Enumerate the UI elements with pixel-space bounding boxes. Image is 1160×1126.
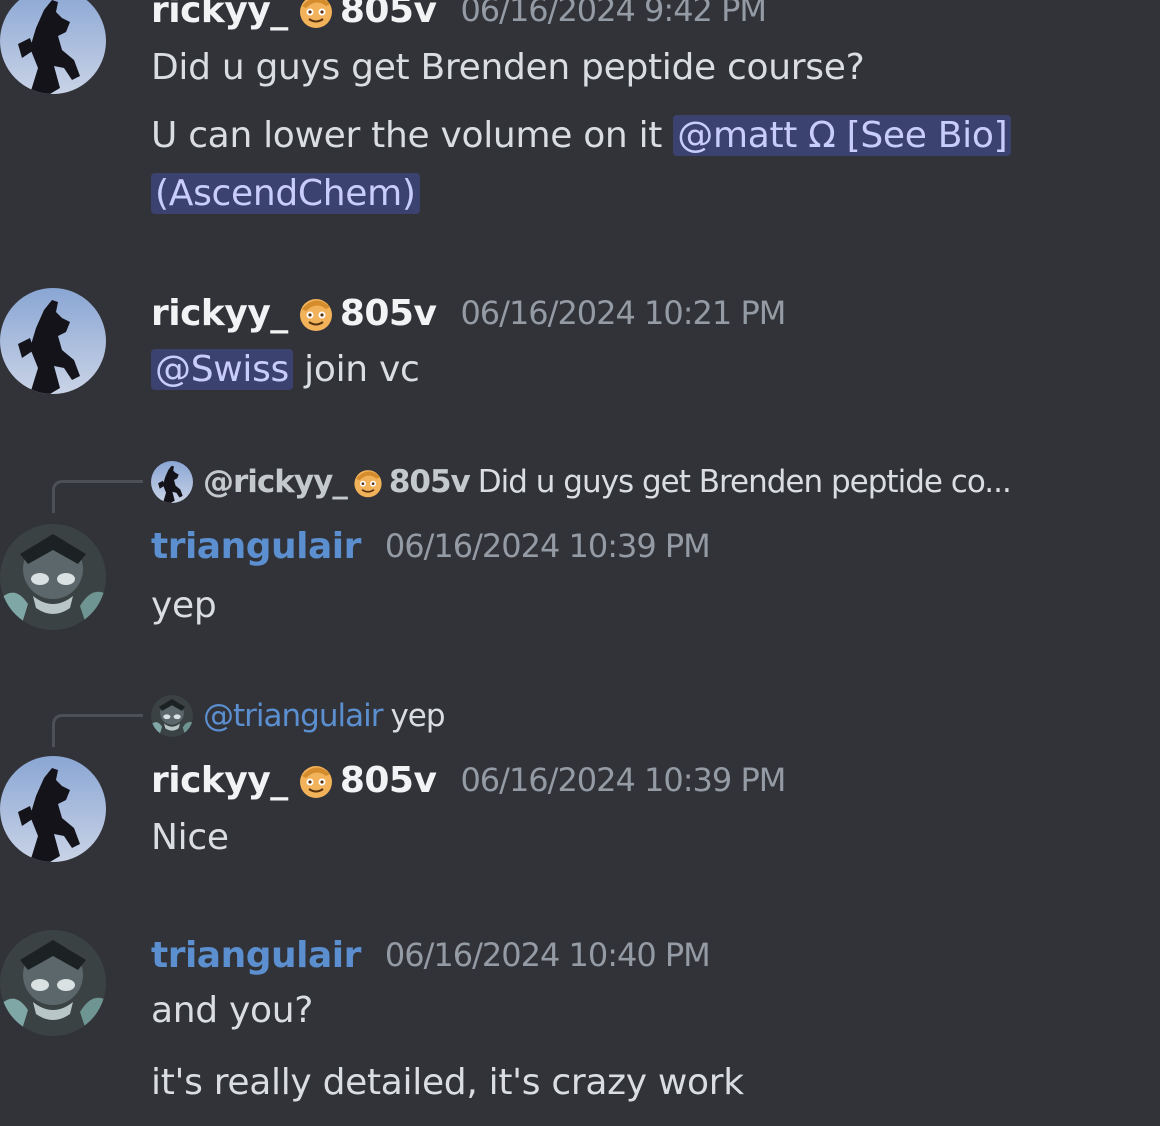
masked-figure-avatar-icon (0, 930, 106, 1036)
message-timestamp[interactable]: 06/16/2024 10:39 PM (460, 761, 786, 799)
user-mention[interactable]: (AscendChem) (151, 173, 420, 214)
message-text: (AscendChem) (151, 170, 420, 218)
message-header: triangulair 06/16/2024 10:39 PM (151, 522, 711, 570)
message-text: Did u guys get Brenden peptide course? (151, 47, 865, 88)
message-text: yep (151, 585, 217, 626)
message-text: it's really detailed, it's crazy work (151, 1062, 744, 1103)
reply-username[interactable]: @triangulair (203, 698, 383, 734)
message-timestamp[interactable]: 06/16/2024 10:21 PM (460, 294, 786, 332)
message-text: @Swiss join vc (151, 346, 420, 394)
reply-spine (52, 714, 143, 747)
reply-preview[interactable]: @triangulair yep (151, 694, 446, 738)
reply-snippet[interactable]: yep (390, 698, 445, 734)
smiling-face-with-cap-icon (296, 760, 336, 800)
message-text: and you? (151, 990, 314, 1031)
user-mention[interactable]: @Swiss (151, 349, 294, 390)
chat-messages: rickyy_ 805v 06/16/2024 9:42 PM Did u gu… (0, 0, 1160, 1126)
message-timestamp[interactable]: 06/16/2024 10:40 PM (385, 936, 711, 974)
username[interactable]: rickyy_ (151, 760, 288, 801)
horse-avatar-icon (151, 461, 193, 503)
message-header: rickyy_ 805v 06/16/2024 10:39 PM (151, 756, 786, 804)
masked-figure-avatar-icon (151, 695, 193, 737)
horse-avatar-icon (0, 756, 106, 862)
reply-username[interactable]: @rickyy_ (203, 464, 348, 500)
user-tag[interactable]: 805v (340, 293, 437, 334)
message-header: triangulair 06/16/2024 10:40 PM (151, 931, 711, 979)
message-text-fragment: U can lower the volume on it (151, 115, 674, 156)
username[interactable]: triangulair (151, 526, 361, 567)
reply-avatar (151, 461, 193, 503)
horse-avatar-icon (0, 288, 106, 394)
smiling-face-with-cap-icon (296, 293, 336, 333)
masked-figure-avatar-icon (0, 524, 106, 630)
user-tag[interactable]: 805v (340, 760, 437, 801)
reply-preview[interactable]: @rickyy_ 805v Did u guys get Brenden pep… (151, 460, 1012, 504)
username[interactable]: rickyy_ (151, 0, 288, 31)
reply-avatar (151, 695, 193, 737)
message-timestamp[interactable]: 06/16/2024 10:39 PM (385, 527, 711, 565)
user-tag[interactable]: 805v (340, 0, 437, 31)
smiling-face-with-cap-icon (351, 465, 385, 499)
smiling-face-with-cap-icon (296, 0, 336, 30)
horse-avatar-icon (0, 0, 106, 94)
message-timestamp[interactable]: 06/16/2024 9:42 PM (460, 0, 767, 29)
username[interactable]: triangulair (151, 935, 361, 976)
message-header: rickyy_ 805v 06/16/2024 10:21 PM (151, 289, 786, 337)
message-text-fragment: join vc (293, 349, 420, 390)
message-text: U can lower the volume on it @matt Ω [Se… (151, 112, 1012, 160)
message-text: Nice (151, 817, 229, 858)
user-avatar[interactable] (0, 524, 106, 630)
user-avatar[interactable] (0, 930, 106, 1036)
user-avatar[interactable] (0, 0, 106, 94)
user-mention[interactable]: @matt Ω [See Bio] (673, 115, 1012, 156)
reply-spine (52, 480, 143, 513)
user-avatar[interactable] (0, 756, 106, 862)
message-header: rickyy_ 805v 06/16/2024 9:42 PM (151, 0, 767, 34)
user-avatar[interactable] (0, 288, 106, 394)
reply-user-tag: 805v (388, 464, 471, 500)
reply-snippet[interactable]: Did u guys get Brenden peptide co... (478, 464, 1012, 500)
username[interactable]: rickyy_ (151, 293, 288, 334)
